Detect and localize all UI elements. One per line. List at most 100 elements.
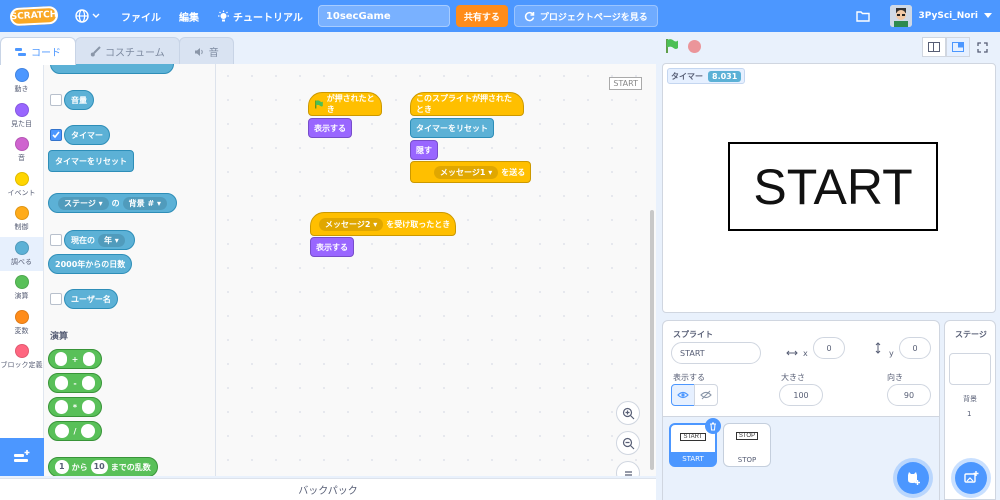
operators-section-title: 演算 [50,332,69,342]
subtract-left-slot[interactable] [55,376,69,390]
category-3[interactable]: イベント [0,168,43,203]
small-stage-button[interactable] [922,37,946,57]
current-checkbox[interactable] [50,234,62,246]
username-checkbox[interactable] [50,293,62,305]
add-sprite-button[interactable] [897,462,929,494]
backdrop-dropdown[interactable]: 背景 # ▾ [122,196,167,210]
hide-sprite-button[interactable] [694,384,718,406]
see-project-page-button[interactable]: プロジェクトページを見る [513,5,658,27]
size-input[interactable]: 100 [779,384,823,406]
reset-timer-script-block[interactable]: タイマーをリセット [410,118,494,138]
random-from-slot[interactable]: 1 [55,460,69,474]
category-1[interactable]: 見た目 [0,99,43,134]
large-stage-button[interactable] [946,37,970,57]
sprite-name-input[interactable]: START [671,342,761,364]
script-area[interactable]: START が押されたとき 表示する このスプライトが押されたとき タイマーをリ… [216,64,656,476]
stage-canvas[interactable]: タイマー 8.031 START [662,63,996,313]
avatar[interactable] [890,5,913,27]
edit-menu[interactable]: 編集 [170,0,208,32]
category-8[interactable]: ブロック定義 [0,340,43,375]
reset-timer-block[interactable]: タイマーをリセット [48,150,134,172]
size-label: 大きさ [781,373,805,382]
delete-sprite-button[interactable] [705,418,721,434]
username-reporter[interactable]: ユーザー名 [64,289,118,309]
category-0[interactable]: 動き [0,64,43,99]
caret-down-icon[interactable] [984,13,992,19]
category-6[interactable]: 演算 [0,271,43,306]
add-backdrop-button[interactable] [955,462,987,494]
multiply-operator[interactable]: * [48,397,102,417]
show-sprite-button[interactable] [671,384,695,406]
green-flag-button[interactable] [664,38,680,54]
palette-block-hidden-top[interactable] [50,64,174,74]
add-operator[interactable]: + [48,349,102,369]
category-2[interactable]: 音 [0,133,43,168]
when-flag-clicked-hat[interactable]: が押されたとき [308,92,382,116]
script-area-scrollbar[interactable] [650,210,654,470]
sprite-thumb-stop[interactable]: STOP STOP [723,423,771,467]
divide-operator[interactable]: / [48,421,102,441]
timer-monitor[interactable]: タイマー 8.031 [667,68,746,84]
hide-block[interactable]: 隠す [410,140,438,160]
subtract-right-slot[interactable] [81,376,95,390]
subtract-symbol: - [73,378,77,388]
tutorials-menu[interactable]: チュートリアル [208,0,312,32]
multiply-right-slot[interactable] [82,400,95,414]
speaker-icon [194,47,203,56]
message1-label: メッセージ1 [440,167,486,177]
loudness-reporter[interactable]: 音量 [64,90,94,110]
zoom-out-button[interactable] [616,431,640,455]
divide-left-slot[interactable] [55,424,69,438]
language-menu[interactable] [66,0,112,32]
subtract-operator[interactable]: - [48,373,102,393]
year-dropdown[interactable]: 年 ▾ [98,233,125,247]
direction-input[interactable]: 90 [887,384,931,406]
tab-costumes[interactable]: コスチューム [75,37,180,65]
backpack-bar[interactable]: バックパック [0,478,656,500]
share-button[interactable]: 共有する [455,5,508,27]
add-right-slot[interactable] [83,352,95,366]
days-since-2000-reporter[interactable]: 2000年からの日数 [48,254,133,274]
category-7[interactable]: 変数 [0,306,43,341]
scratch-logo[interactable]: SCRATCH [9,5,59,27]
stage-dropdown[interactable]: ステージ ▾ [58,196,109,210]
zoom-in-button[interactable] [616,401,640,425]
fullscreen-button[interactable] [970,37,994,57]
when-sprite-clicked-hat[interactable]: このスプライトが押されたとき [410,92,524,116]
category-5[interactable]: 調べる [0,236,43,271]
stage-of-reporter[interactable]: ステージ ▾ の 背景 # ▾ [48,193,177,213]
when-receive-hat[interactable]: メッセージ2 ▾ を受け取ったとき [310,212,457,236]
y-input[interactable]: 0 [899,337,931,359]
username-label[interactable]: 3PySci_Nori [918,11,978,21]
show-block-2[interactable]: 表示する [310,237,354,257]
random-operator[interactable]: 1 から 10 までの乱数 [48,457,158,476]
project-title-input[interactable] [317,5,450,27]
tab-code[interactable]: コード [0,37,76,65]
message1-dropdown[interactable]: メッセージ1 ▾ [434,165,499,179]
random-to-slot[interactable]: 10 [90,460,108,474]
x-input[interactable]: 0 [813,337,845,359]
zoom-out-icon [622,437,634,449]
add-left-slot[interactable] [55,352,67,366]
divide-right-slot[interactable] [81,424,95,438]
timer-checkbox[interactable] [50,129,62,141]
my-stuff-folder-icon[interactable] [856,10,871,22]
broadcast-block[interactable]: メッセージ1 ▾ を送る [410,161,532,183]
stop-button[interactable] [688,40,701,53]
show-label: 表示する [314,123,346,133]
file-menu[interactable]: ファイル [112,0,170,32]
category-4[interactable]: 制御 [0,202,43,237]
loudness-checkbox[interactable] [50,94,62,106]
start-sprite[interactable]: START [728,142,938,231]
message2-dropdown[interactable]: メッセージ2 ▾ [319,217,384,231]
stage-selector-pane[interactable]: ステージ 背景 1 [944,320,996,500]
add-extension-button[interactable] [0,438,44,476]
current-year-reporter[interactable]: 現在の 年 ▾ [64,230,135,250]
sprite-thumb-start[interactable]: START START [669,418,721,467]
zoom-reset-button[interactable] [616,461,640,476]
stage-thumbnail[interactable] [949,353,991,385]
multiply-left-slot[interactable] [55,400,68,414]
show-block[interactable]: 表示する [308,118,352,138]
timer-reporter[interactable]: タイマー [64,125,110,145]
tab-sounds[interactable]: 音 [178,37,234,65]
